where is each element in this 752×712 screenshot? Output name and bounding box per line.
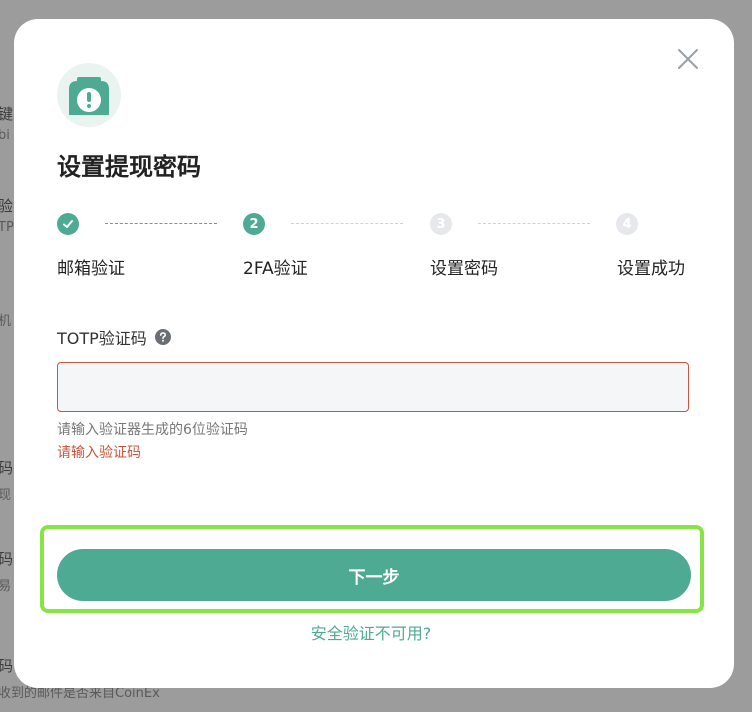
security-verification-unavailable-link[interactable]: 安全验证不可用? [14, 620, 728, 644]
step-connector [291, 223, 403, 224]
step-4-label: 设置成功 [617, 259, 685, 279]
shield-alert-icon [57, 63, 121, 127]
bg-fragment: 机 [0, 314, 12, 329]
step-connector [478, 223, 590, 224]
bg-fragment: 码 [0, 657, 14, 675]
bg-fragment: 易 [0, 579, 12, 594]
totp-code-input[interactable] [57, 362, 689, 412]
dialog-title: 设置提现密码 [57, 153, 201, 181]
step-3-label: 设置密码 [430, 259, 498, 279]
step-1-label: 邮箱验证 [57, 259, 125, 279]
bg-fragment: 现 [0, 488, 12, 503]
bg-fragment: 验 [0, 197, 14, 215]
totp-field-label: TOTP验证码 [57, 325, 171, 349]
help-icon[interactable] [154, 329, 171, 345]
step-3-indicator: 3 [430, 213, 452, 235]
bg-fragment: 码 [0, 459, 14, 477]
step-2-indicator: 2 [243, 213, 265, 235]
bg-fragment: 键 [0, 105, 14, 123]
step-1-check-icon [57, 213, 79, 235]
bg-fragment: bi [0, 128, 10, 143]
next-step-button[interactable]: 下一步 [57, 549, 691, 601]
step-4-indicator: 4 [616, 213, 638, 235]
totp-error-text: 请输入验证码 [57, 445, 141, 461]
step-connector [105, 223, 217, 224]
close-icon[interactable] [676, 47, 700, 71]
step-2-label: 2FA验证 [243, 259, 308, 279]
setup-withdraw-password-dialog: 设置提现密码 2 3 4 邮箱验证 2FA验证 设置密码 设置成功 TOTP验证… [14, 19, 734, 688]
bg-fragment: 码 [0, 550, 14, 568]
totp-hint-text: 请输入验证器生成的6位验证码 [57, 422, 248, 438]
totp-label-text: TOTP验证码 [57, 329, 147, 348]
bg-fragment: TP [0, 220, 14, 235]
